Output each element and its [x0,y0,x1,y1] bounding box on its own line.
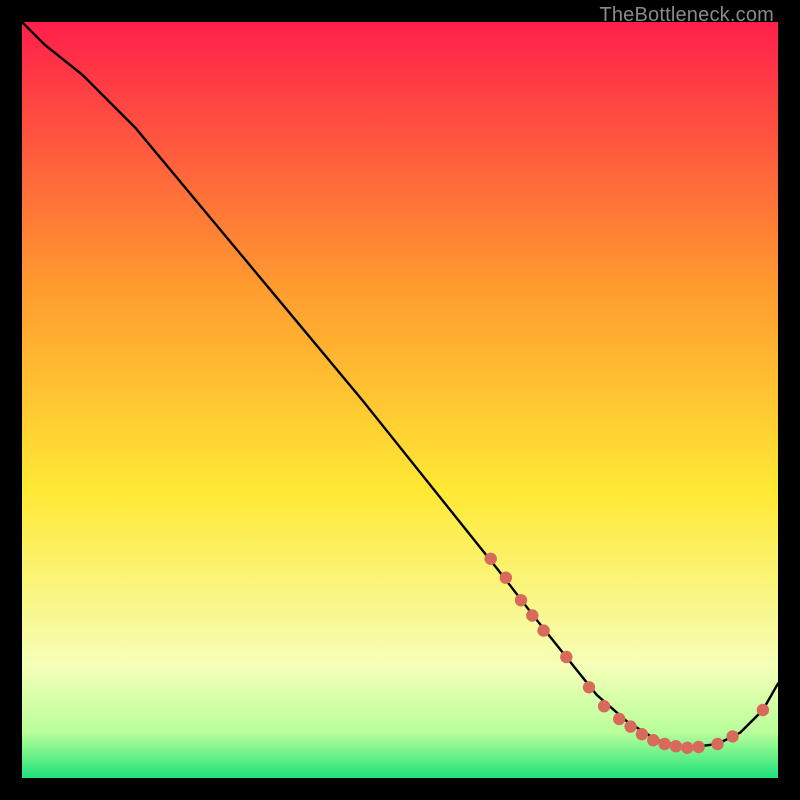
data-point-marker [692,741,704,753]
data-point-marker [500,572,512,584]
data-point-marker [757,704,769,716]
data-point-marker [485,553,497,565]
data-point-marker [526,609,538,621]
data-point-marker [613,713,625,725]
data-point-marker [583,681,595,693]
data-point-marker [647,734,659,746]
curve-layer [22,22,778,778]
data-point-marker [515,594,527,606]
data-point-marker [681,742,693,754]
curve-markers [485,553,770,754]
plot-area [22,22,778,778]
data-point-marker [624,720,636,732]
curve-line [22,22,778,748]
data-point-marker [658,738,670,750]
data-point-marker [711,738,723,750]
data-point-marker [537,624,549,636]
data-point-marker [636,728,648,740]
data-point-marker [670,740,682,752]
data-point-marker [726,730,738,742]
data-point-marker [560,651,572,663]
chart-stage: TheBottleneck.com [0,0,800,800]
data-point-marker [598,700,610,712]
